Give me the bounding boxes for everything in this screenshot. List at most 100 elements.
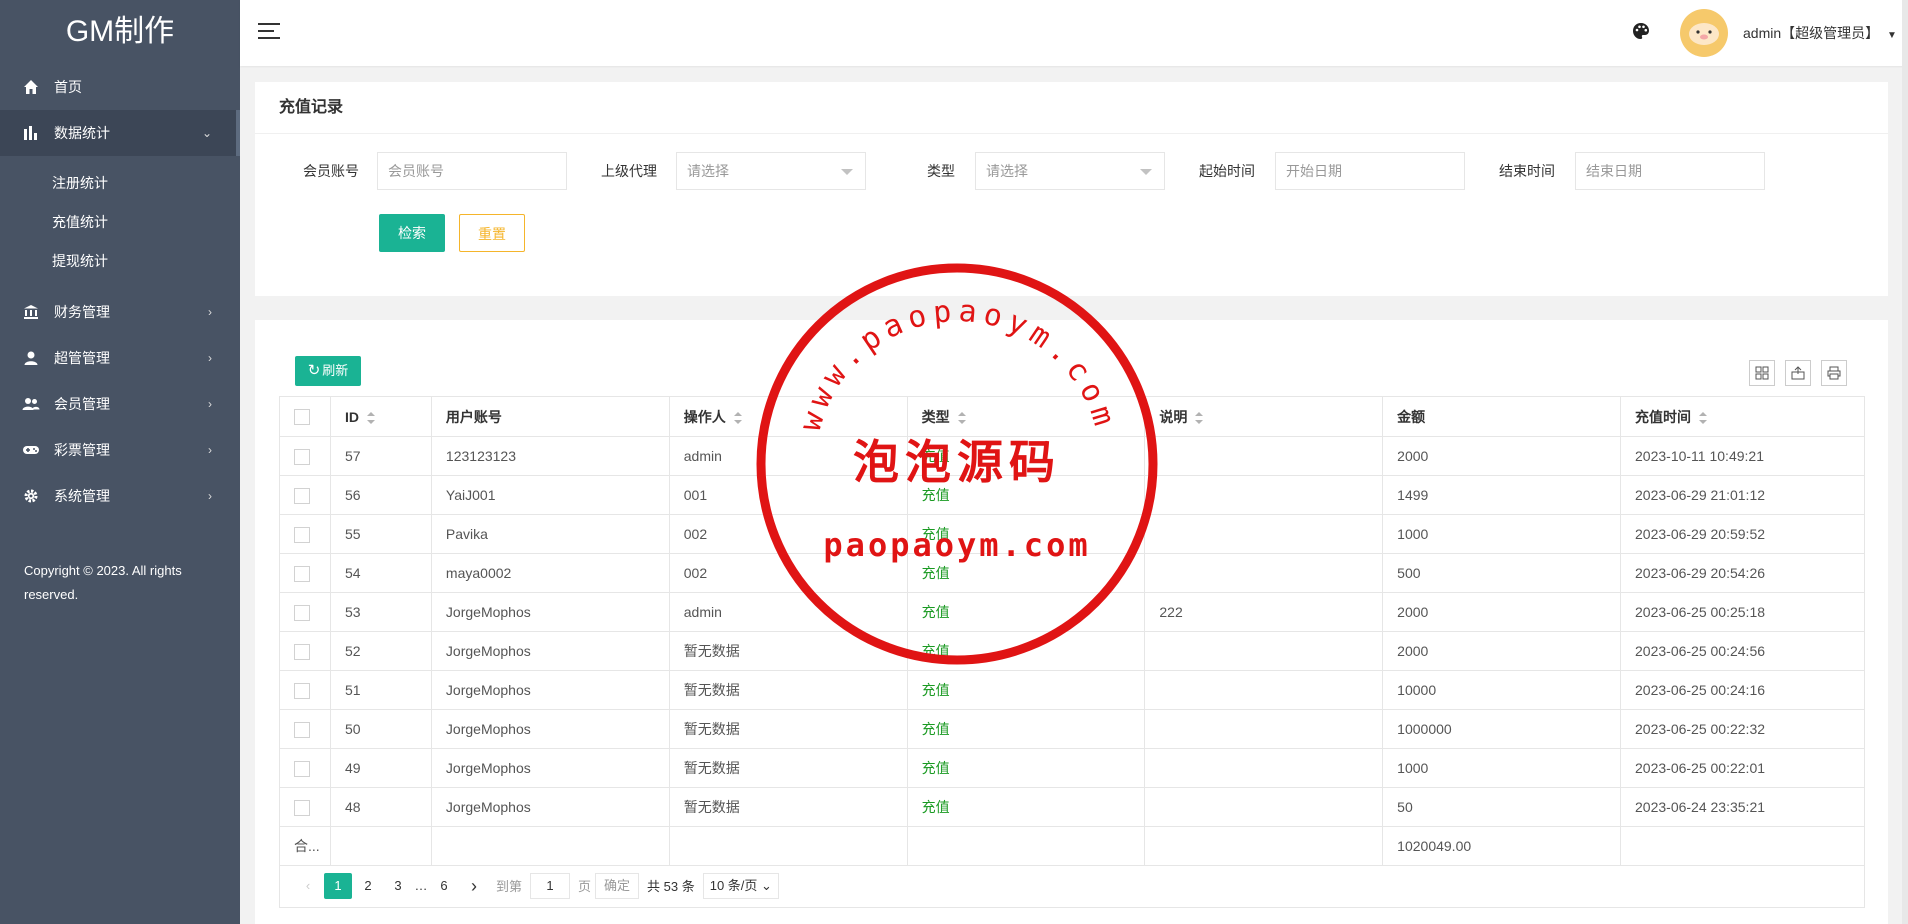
- end-date-input[interactable]: 结束日期: [1575, 152, 1765, 190]
- copyright-text: Copyright © 2023. All rights reserved.: [24, 563, 182, 602]
- sidebar-item-label: 首页: [54, 79, 82, 95]
- sidebar-item-finance[interactable]: 财务管理 ›: [0, 289, 240, 335]
- row-checkbox[interactable]: [294, 682, 310, 699]
- row-checkbox[interactable]: [294, 526, 310, 543]
- row-checkbox[interactable]: [294, 799, 310, 816]
- next-page-button[interactable]: ›: [460, 873, 488, 899]
- submenu-item-register[interactable]: 注册统计: [0, 164, 240, 203]
- sidebar-item-lottery[interactable]: 彩票管理 ›: [0, 427, 240, 473]
- prev-page-button[interactable]: ‹: [294, 873, 322, 899]
- page-button[interactable]: 2: [354, 873, 382, 899]
- column-header[interactable]: 充值时间: [1620, 396, 1865, 437]
- member-label: 会员账号: [303, 163, 359, 179]
- cell-time: 2023-06-25 00:22:32: [1620, 709, 1865, 749]
- row-checkbox[interactable]: [294, 448, 310, 465]
- search-button[interactable]: 检索: [379, 214, 445, 252]
- start-date-input[interactable]: 开始日期: [1275, 152, 1465, 190]
- select-all-checkbox[interactable]: [294, 409, 310, 426]
- page-button[interactable]: 3: [384, 873, 412, 899]
- sidebar-item-label: 数据统计: [54, 125, 110, 141]
- cell-note: [1144, 436, 1384, 476]
- user-menu[interactable]: admin【超级管理员】 ▼: [1743, 23, 1897, 43]
- cell-account: JorgeMophos: [430, 709, 670, 749]
- chevron-down-icon: ⌄: [761, 877, 772, 893]
- goto-page-input[interactable]: 1: [530, 872, 571, 899]
- sidebar-item-stats[interactable]: 数据统计 ⌄: [0, 110, 240, 156]
- column-header-label: 金额: [1397, 408, 1426, 425]
- export-icon[interactable]: [1785, 360, 1811, 386]
- sidebar-item-home[interactable]: 首页: [0, 64, 240, 110]
- sort-icon[interactable]: [1699, 411, 1708, 424]
- refresh-button[interactable]: ↻ 刷新: [295, 356, 361, 386]
- cell-id: 53: [329, 592, 432, 632]
- table-row: 51 JorgeMophos 暂无数据 充值 10000 2023-06-25 00:24…: [279, 670, 1865, 710]
- filter-form: 会员账号 会员账号 上级代理 请选择 类型 请选择 起始时间 开始日期 结束时间…: [255, 152, 1888, 190]
- cell-account: 123123123: [430, 436, 670, 476]
- submenu-item-withdraw[interactable]: 提现统计: [0, 242, 240, 281]
- top-header: admin【超级管理员】 ▼: [240, 0, 1908, 66]
- cell-amount: 1499: [1382, 475, 1622, 515]
- row-select-cell: [279, 631, 331, 671]
- row-select-cell: [279, 748, 331, 788]
- page-unit-label: 页: [578, 879, 592, 894]
- column-header[interactable]: 类型: [906, 396, 1146, 437]
- table-row: 50 JorgeMophos 暂无数据 充值 1000000 2023-06-25 00:…: [279, 709, 1865, 749]
- palette-icon[interactable]: [1632, 22, 1654, 44]
- submenu-item-recharge[interactable]: 充值统计: [0, 203, 240, 242]
- row-checkbox[interactable]: [294, 565, 310, 582]
- member-account-input[interactable]: 会员账号: [377, 152, 567, 190]
- page-button[interactable]: 6: [430, 873, 458, 899]
- type-label: 类型: [927, 163, 955, 179]
- sidebar-item-system[interactable]: 系统管理 ›: [0, 473, 240, 519]
- cell-type: 充值: [906, 436, 1146, 476]
- print-icon[interactable]: [1821, 360, 1847, 386]
- column-header[interactable]: 操作人: [668, 396, 908, 437]
- sort-icon[interactable]: [366, 411, 375, 424]
- cell-operator: 暂无数据: [668, 709, 908, 749]
- cell-note: [1144, 709, 1384, 749]
- sidebar-item-superadmin[interactable]: 超管管理 ›: [0, 335, 240, 381]
- user-name: admin【超级管理员】: [1743, 25, 1880, 41]
- end-time-label: 结束时间: [1499, 163, 1555, 179]
- cell-operator: 暂无数据: [668, 787, 908, 827]
- table-row: 48 JorgeMophos 暂无数据 充值 50 2023-06-24 23:35:21: [279, 787, 1865, 827]
- columns-filter-icon[interactable]: [1749, 360, 1775, 386]
- menu-toggle-icon[interactable]: [258, 23, 280, 41]
- sidebar-item-members[interactable]: 会员管理 ›: [0, 381, 240, 427]
- row-checkbox[interactable]: [294, 760, 310, 777]
- row-checkbox[interactable]: [294, 604, 310, 621]
- cell-time: 2023-06-25 00:24:16: [1620, 670, 1865, 710]
- cell-id: 51: [329, 670, 432, 710]
- page-button[interactable]: 1: [324, 872, 352, 899]
- cell-note: [1144, 475, 1384, 515]
- chevron-right-icon: ›: [208, 443, 212, 457]
- select-all-cell: [279, 396, 331, 437]
- column-header: 金额: [1382, 396, 1622, 437]
- type-select[interactable]: 请选择: [975, 152, 1165, 190]
- column-header[interactable]: 说明: [1144, 396, 1384, 437]
- goto-confirm-button[interactable]: 确定: [595, 872, 640, 899]
- reset-button[interactable]: 重置: [459, 214, 525, 252]
- row-checkbox[interactable]: [294, 643, 310, 660]
- page-size-value: 10 条/页: [709, 877, 758, 893]
- cell-type: 充值: [906, 631, 1146, 671]
- refresh-label: 刷新: [322, 363, 349, 378]
- cell-operator: 暂无数据: [668, 670, 908, 710]
- start-time-label: 起始时间: [1199, 163, 1255, 179]
- column-header[interactable]: ID: [329, 396, 432, 437]
- row-checkbox[interactable]: [294, 721, 310, 738]
- page-size-select[interactable]: 10 条/页 ⌄: [702, 872, 779, 899]
- total-label: 合...: [279, 826, 331, 866]
- sort-icon[interactable]: [733, 411, 742, 424]
- sort-icon[interactable]: [957, 411, 966, 424]
- page-scrollbar[interactable]: [1902, 0, 1908, 924]
- sidebar-item-label: 会员管理: [54, 396, 110, 412]
- cell-amount: 2000: [1382, 631, 1622, 671]
- agent-select[interactable]: 请选择: [676, 152, 866, 190]
- sort-icon[interactable]: [1195, 411, 1204, 424]
- row-checkbox[interactable]: [294, 487, 310, 504]
- cell-id: 49: [329, 748, 432, 788]
- table-header-row: ID 用户账号 操作人 类型 说明 金额 充值时间: [279, 396, 1865, 437]
- avatar[interactable]: [1680, 9, 1728, 57]
- cell-account: JorgeMophos: [430, 787, 670, 827]
